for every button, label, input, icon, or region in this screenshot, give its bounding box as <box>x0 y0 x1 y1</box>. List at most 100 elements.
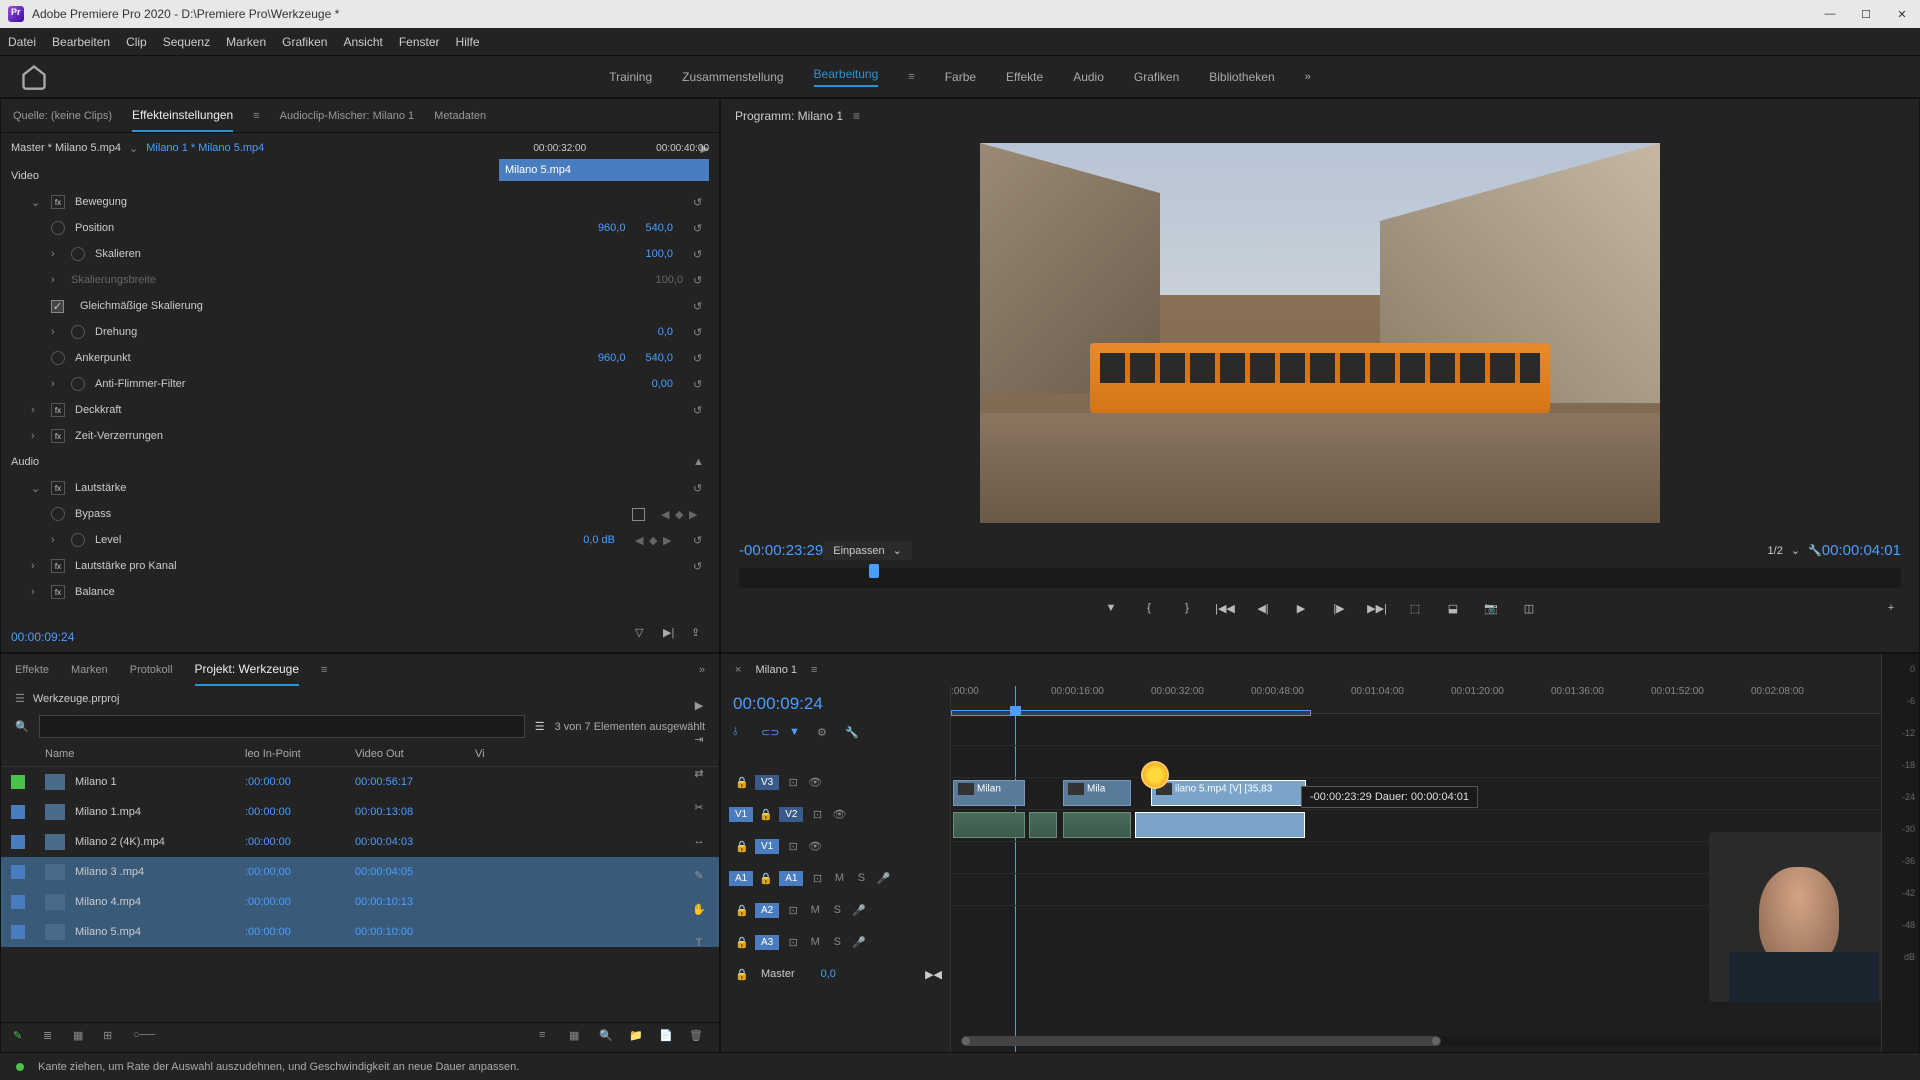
scrubber-playhead[interactable] <box>869 564 879 578</box>
item-out[interactable]: 00:00:10:13 <box>355 896 475 908</box>
project-item[interactable]: Milano 5.mp4:00:00:0000:00:10:00 <box>1 917 719 947</box>
panel-menu-icon[interactable]: ≡ <box>811 664 817 676</box>
ec-seq-crumb[interactable]: Milano 1 * Milano 5.mp4 <box>146 142 264 154</box>
expand-icon[interactable]: ⌄ <box>31 196 41 209</box>
timeline-timecode[interactable]: 00:00:09:24 <box>721 686 950 722</box>
panel-menu-icon[interactable]: ≡ <box>321 664 327 676</box>
stopwatch-icon[interactable] <box>51 351 65 365</box>
program-tc-left[interactable]: -00:00:23:29 <box>739 542 823 559</box>
expand-icon[interactable]: › <box>51 378 61 390</box>
new-bin-icon[interactable]: 📁 <box>629 1029 647 1047</box>
item-out[interactable]: 00:00:10:00 <box>355 926 475 938</box>
rate-stretch-cursor[interactable] <box>1141 761 1169 789</box>
menu-datei[interactable]: Datei <box>8 35 36 49</box>
reset-icon[interactable]: ↺ <box>693 560 709 573</box>
slip-tool-icon[interactable]: ↔ <box>688 830 710 852</box>
sync-lock-icon[interactable]: ⊡ <box>809 808 825 821</box>
prev-keyframe-icon[interactable]: ◀ <box>661 508 671 521</box>
item-in[interactable]: :00:00:00 <box>245 806 355 818</box>
stopwatch-icon[interactable] <box>71 377 85 391</box>
position-x[interactable]: 960,0 <box>598 222 626 234</box>
go-to-in-icon[interactable]: |◀◀ <box>1215 598 1235 618</box>
go-to-out-icon[interactable]: ▶▶| <box>1367 598 1387 618</box>
reset-icon[interactable]: ↺ <box>693 534 709 547</box>
item-out[interactable]: 00:00:04:05 <box>355 866 475 878</box>
menu-fenster[interactable]: Fenster <box>399 35 440 49</box>
linked-selection-icon[interactable]: ⊂⊃ <box>761 726 779 744</box>
panel-menu-icon[interactable]: ≡ <box>853 109 860 123</box>
mute-button[interactable]: M <box>831 872 847 884</box>
ws-editing[interactable]: Bearbeitung <box>814 67 879 87</box>
level-value[interactable]: 0,0 dB <box>583 534 615 546</box>
reset-icon[interactable]: ↺ <box>693 404 709 417</box>
lane-v2[interactable] <box>951 746 1919 778</box>
menu-sequenz[interactable]: Sequenz <box>163 35 210 49</box>
lock-icon[interactable]: 🔒 <box>735 776 749 789</box>
comparison-icon[interactable]: ◫ <box>1519 598 1539 618</box>
bypass-checkbox[interactable] <box>632 508 645 521</box>
lane-v3[interactable] <box>951 714 1919 746</box>
label-color[interactable] <box>11 925 25 939</box>
add-keyframe-icon[interactable]: ◆ <box>675 508 685 521</box>
col-in[interactable]: leo In-Point <box>245 748 355 760</box>
program-tc-right[interactable]: 00:00:04:01 <box>1822 542 1901 559</box>
fx-badge[interactable]: fx <box>51 429 65 443</box>
tab-audio-mixer[interactable]: Audioclip-Mischer: Milano 1 <box>280 110 415 122</box>
track-a1[interactable]: A1 <box>779 871 803 886</box>
close-seq-icon[interactable]: × <box>735 664 741 676</box>
ws-training[interactable]: Training <box>609 70 652 84</box>
video-clip[interactable]: Milan <box>953 780 1025 806</box>
panel-overflow-icon[interactable]: » <box>699 664 705 676</box>
type-tool-icon[interactable]: T <box>688 932 710 954</box>
scale-value[interactable]: 100,0 <box>645 248 673 260</box>
minimize-button[interactable]: — <box>1820 4 1840 24</box>
expand-icon[interactable]: › <box>31 404 41 416</box>
program-viewer[interactable] <box>980 143 1660 523</box>
play-icon[interactable]: ▶ <box>1291 598 1311 618</box>
add-button-icon[interactable]: + <box>1881 598 1901 618</box>
pen-tool-icon[interactable]: ✎ <box>688 864 710 886</box>
zoom-slider[interactable]: ○── <box>133 1029 151 1047</box>
fit-dropdown[interactable]: Einpassen⌄ <box>823 541 912 560</box>
ws-graphics[interactable]: Grafiken <box>1134 70 1179 84</box>
expand-icon[interactable]: › <box>51 274 61 286</box>
toggle-output-icon[interactable]: 👁 <box>807 776 823 789</box>
ws-assembly[interactable]: Zusammenstellung <box>682 70 783 84</box>
automate-icon[interactable]: ▦ <box>569 1029 587 1047</box>
sync-lock-icon[interactable]: ⊡ <box>785 840 801 853</box>
scrollbar-thumb[interactable] <box>961 1036 1441 1046</box>
lock-icon[interactable]: 🔒 <box>759 808 773 821</box>
fx-badge[interactable]: fx <box>51 195 65 209</box>
lock-icon[interactable]: 🔒 <box>735 840 749 853</box>
selection-tool-icon[interactable]: ▶ <box>688 694 710 716</box>
menu-grafiken[interactable]: Grafiken <box>282 35 327 49</box>
track-v2[interactable]: V2 <box>779 807 803 822</box>
chevron-down-icon[interactable]: ⌄ <box>1791 544 1800 557</box>
ws-more-icon[interactable]: » <box>1305 71 1311 83</box>
item-in[interactable]: :00:00:00 <box>245 836 355 848</box>
stopwatch-icon[interactable] <box>71 325 85 339</box>
video-clip[interactable]: Mila <box>1063 780 1131 806</box>
tab-marken[interactable]: Marken <box>71 664 108 676</box>
audio-clip[interactable] <box>1063 812 1131 838</box>
reset-icon[interactable]: ↺ <box>693 248 709 261</box>
label-color[interactable] <box>11 805 25 819</box>
record-icon[interactable]: 🎤 <box>851 904 867 917</box>
anchor-x[interactable]: 960,0 <box>598 352 626 364</box>
master-value[interactable]: 0,0 <box>821 968 836 980</box>
ec-timecode[interactable]: 00:00:09:24 <box>11 630 74 644</box>
collapse-icon[interactable]: ▲ <box>693 456 709 468</box>
source-v1[interactable]: V1 <box>729 807 753 822</box>
stopwatch-icon[interactable] <box>71 533 85 547</box>
item-in[interactable]: :00:00:00 <box>245 926 355 938</box>
col-out[interactable]: Video Out <box>355 748 475 760</box>
tab-protokoll[interactable]: Protokoll <box>130 664 173 676</box>
icon-view-icon[interactable]: ▦ <box>73 1029 91 1047</box>
mute-button[interactable]: M <box>807 936 823 948</box>
track-a2[interactable]: A2 <box>755 903 779 918</box>
solo-button[interactable]: S <box>829 904 845 916</box>
list-view-icon[interactable]: ☰ <box>535 720 545 733</box>
item-out[interactable]: 00:00:04:03 <box>355 836 475 848</box>
stopwatch-icon[interactable] <box>51 221 65 235</box>
audio-meter[interactable]: 0-6-12-18-24-30-36-42-48dB <box>1881 654 1919 1052</box>
